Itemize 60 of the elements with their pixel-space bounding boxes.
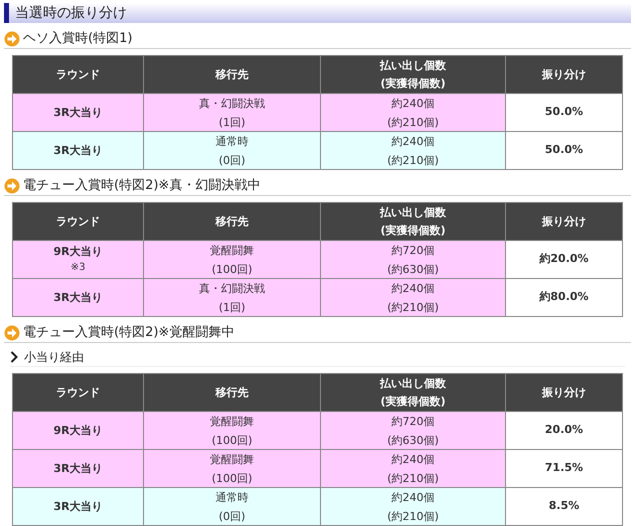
table-cell: 9R大当り ※3 — [13, 241, 143, 278]
table-cell: 3R大当り — [13, 279, 143, 316]
table-cell: 約20.0% — [506, 241, 622, 278]
section-heading: 電チュー入賞時(特図2)※覚醒闘舞中 — [23, 324, 234, 342]
payout-text: 約240個 — [392, 452, 434, 468]
payout-text: (約210個) — [387, 114, 439, 130]
destination-text: (100回) — [212, 470, 252, 486]
payout-text: (約630個) — [387, 262, 439, 278]
payout-text: 約720個 — [392, 242, 434, 258]
table-cell: 20.0% — [506, 412, 622, 449]
column-header: 振り分け — [506, 56, 622, 93]
payout-text: (約210個) — [387, 300, 439, 316]
table-cell: 71.5% — [506, 450, 622, 487]
column-header: 移行先 — [144, 374, 320, 411]
section-heading: ヘソ入賞時(特図1) — [23, 30, 132, 48]
column-header: ラウンド — [13, 203, 143, 240]
destination-text: 覚醒闘舞 — [210, 414, 254, 430]
title-bar: 当選時の振り分け — [4, 3, 631, 23]
destination-text: 覚醒闘舞 — [210, 452, 254, 468]
column-header: 移行先 — [144, 203, 320, 240]
destination-text: (0回) — [218, 152, 246, 168]
column-header: ラウンド — [13, 56, 143, 93]
destination-text: (100回) — [212, 432, 252, 448]
table-cell: 3R大当り — [13, 450, 143, 487]
payout-text: (約210個) — [387, 470, 439, 486]
destination-text: 真・幻闘決戦 — [199, 280, 265, 296]
destination-text: (100回) — [212, 262, 252, 278]
payout-text: 約240個 — [392, 134, 434, 150]
column-header: 振り分け — [506, 203, 622, 240]
column-header: ラウンド — [13, 374, 143, 411]
destination-text: (0回) — [218, 508, 246, 524]
payout-text: (約210個) — [387, 152, 439, 168]
table-cell: 9R大当り — [13, 412, 143, 449]
destination-text: 通常時 — [216, 490, 248, 506]
payout-text: 約240個 — [392, 96, 434, 112]
section-heading: 電チュー入賞時(特図2)※真・幻闘決戦中 — [23, 176, 260, 195]
destination-text: 通常時 — [216, 134, 248, 150]
payout-text: (約210個) — [387, 508, 439, 524]
table-cell: 50.0% — [506, 132, 622, 169]
column-header: 払い出し個数 (実獲得個数) — [321, 374, 505, 411]
table-cell: 8.5% — [506, 488, 622, 525]
table-cell: 約80.0% — [506, 279, 622, 316]
column-header: 払い出し個数 (実獲得個数) — [321, 56, 505, 93]
destination-text: 覚醒闘舞 — [210, 242, 254, 258]
column-header: 移行先 — [144, 56, 320, 93]
column-header: 払い出し個数 (実獲得個数) — [321, 203, 505, 240]
payout-text: 約240個 — [392, 490, 434, 506]
table-cell: 3R大当り — [13, 132, 143, 169]
destination-text: (1回) — [218, 114, 246, 130]
payout-text: 約720個 — [392, 414, 434, 430]
table-cell: 3R大当り — [13, 94, 143, 131]
chevron-icon — [10, 350, 18, 362]
payout-text: (約630個) — [387, 432, 439, 448]
subheading: 小当り経由 — [24, 348, 84, 366]
table-cell: 50.0% — [506, 94, 622, 131]
destination-text: 真・幻闘決戦 — [199, 96, 265, 112]
payout-text: 約240個 — [392, 280, 434, 296]
column-header: 振り分け — [506, 374, 622, 411]
destination-text: (1回) — [218, 300, 246, 316]
table-cell: 3R大当り — [13, 488, 143, 525]
